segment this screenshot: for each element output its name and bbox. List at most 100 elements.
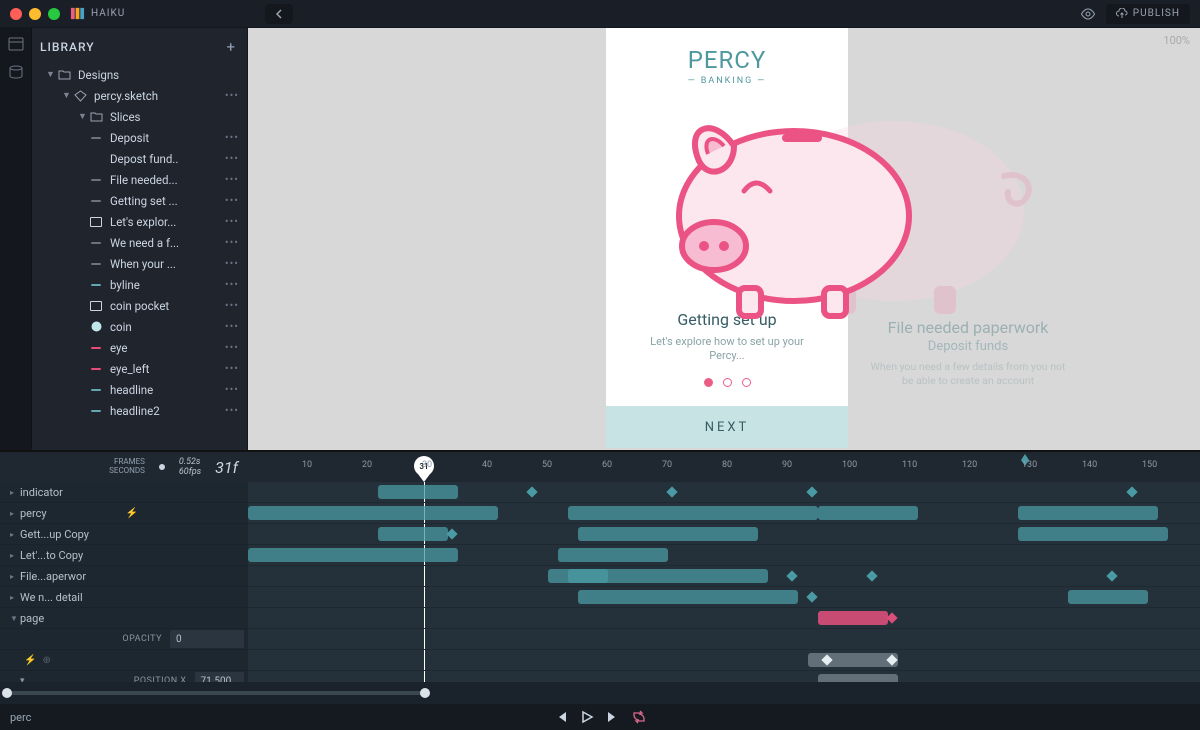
tween-segment[interactable] [558,548,668,562]
track-lanes[interactable] [248,482,1200,682]
tree-item[interactable]: We need a f...••• [32,232,247,253]
tween-segment[interactable] [1018,506,1158,520]
tween-segment[interactable] [378,527,448,541]
keyframe[interactable] [526,486,537,497]
library-tab-icon[interactable] [8,36,24,52]
add-button[interactable]: + [226,38,235,56]
tween-segment[interactable] [578,590,798,604]
tree-item[interactable]: Deposit••• [32,127,247,148]
prop-value[interactable]: 0 [170,630,244,648]
publish-button[interactable]: PUBLISH [1106,4,1190,24]
page-dot-1[interactable] [704,378,713,387]
timeline-ruler[interactable]: 31 102030405060708090100110120130140150 [248,452,1200,482]
tree-item[interactable]: Depost fund..••• [32,148,247,169]
skip-back-icon[interactable] [554,710,568,724]
scrubber-end[interactable] [420,688,430,698]
tree-item[interactable]: coin pocket••• [32,295,247,316]
scrubber-start[interactable] [2,688,12,698]
more-icon[interactable]: ••• [225,404,239,417]
more-icon[interactable]: ••• [225,173,239,186]
timeline-lane[interactable] [248,545,1200,566]
more-icon[interactable]: ••• [225,362,239,375]
skip-forward-icon[interactable] [606,710,620,724]
property-row[interactable]: OPACITY0 [0,629,248,650]
keyframe[interactable] [1126,486,1137,497]
back-button[interactable] [265,4,293,24]
canvas[interactable]: 100% PERCY BANKING [248,28,1200,450]
page-dot-3[interactable] [742,378,751,387]
more-icon[interactable]: ••• [225,194,239,207]
tree-item[interactable]: eye_left••• [32,358,247,379]
timeline-lane[interactable] [248,587,1200,608]
more-icon[interactable]: ••• [225,299,239,312]
keyframe[interactable] [786,570,797,581]
track-row[interactable]: ▼page [0,608,248,629]
timeline-lane[interactable] [248,503,1200,524]
play-icon[interactable] [580,710,594,724]
tree-item[interactable]: headline2••• [32,400,247,421]
more-icon[interactable]: ••• [225,320,239,333]
keyframe[interactable] [866,570,877,581]
more-icon[interactable]: ••• [225,215,239,228]
tree-file-sketch[interactable]: ▼ percy.sketch ••• [32,85,247,106]
tween-segment[interactable] [818,674,898,682]
track-row[interactable]: ▸We n... detail [0,587,248,608]
states-tab-icon[interactable] [8,64,24,80]
tween-segment[interactable] [1068,590,1148,604]
maximize-window[interactable] [48,8,60,20]
timeline-lane[interactable] [248,566,1200,587]
timeline-lane[interactable] [248,482,1200,503]
more-icon[interactable]: ••• [225,278,239,291]
tree-item[interactable]: File needed...••• [32,169,247,190]
tween-segment[interactable] [378,485,458,499]
timeline-lane[interactable] [248,671,1200,682]
track-row[interactable]: ▸Let'...to Copy [0,545,248,566]
tween-segment[interactable] [578,527,758,541]
tree-folder-designs[interactable]: ▼ Designs [32,64,247,85]
bolt-icon[interactable]: ⚡ [24,655,36,666]
more-icon[interactable]: ••• [225,257,239,270]
timeline-lane[interactable] [248,608,1200,629]
keyframe[interactable] [886,612,897,623]
keyframe[interactable] [446,528,457,539]
keyframe[interactable] [806,591,817,602]
more-icon[interactable]: ••• [225,383,239,396]
tween-segment[interactable] [568,569,768,583]
timeline-lane[interactable] [248,629,1200,650]
track-row[interactable]: ▸percy⚡ [0,503,248,524]
more-icon[interactable]: ••• [225,152,239,165]
more-icon[interactable]: ••• [225,131,239,144]
keyframe[interactable] [806,486,817,497]
more-icon[interactable]: ••• [225,236,239,249]
tree-item[interactable]: byline••• [32,274,247,295]
tween-segment[interactable] [568,506,818,520]
track-row[interactable]: ▸Gett...up Copy [0,524,248,545]
more-icon[interactable]: ••• [225,89,239,102]
minimize-window[interactable] [29,8,41,20]
track-row[interactable]: ▸indicator [0,482,248,503]
prop-value[interactable]: 71.500 [195,672,244,682]
keyframe[interactable] [1106,570,1117,581]
artboard[interactable]: PERCY BANKING [606,28,848,448]
tween-segment[interactable] [248,548,458,562]
tree-folder-slices[interactable]: ▼ Slices [32,106,247,127]
keyframe[interactable] [666,486,677,497]
loop-icon[interactable] [632,710,646,724]
tree-item[interactable]: Getting set ...••• [32,190,247,211]
close-window[interactable] [10,8,22,20]
page-dot-2[interactable] [723,378,732,387]
tree-item[interactable]: eye••• [32,337,247,358]
tree-item[interactable]: headline••• [32,379,247,400]
tween-segment[interactable] [248,506,498,520]
property-row[interactable]: ▾POSITION X71.500 [0,671,248,682]
timeline-lane[interactable] [248,650,1200,671]
tree-item[interactable]: coin••• [32,316,247,337]
next-button[interactable]: NEXT [606,406,848,448]
add-prop-icon[interactable]: ⊕ [42,655,50,666]
more-icon[interactable]: ••• [225,341,239,354]
track-row[interactable]: ▸File...aperwor [0,566,248,587]
scrubber-track[interactable] [6,691,426,695]
tree-item[interactable]: Let's explor...••• [32,211,247,232]
timeline-lane[interactable] [248,524,1200,545]
tree-item[interactable]: When your ...••• [32,253,247,274]
